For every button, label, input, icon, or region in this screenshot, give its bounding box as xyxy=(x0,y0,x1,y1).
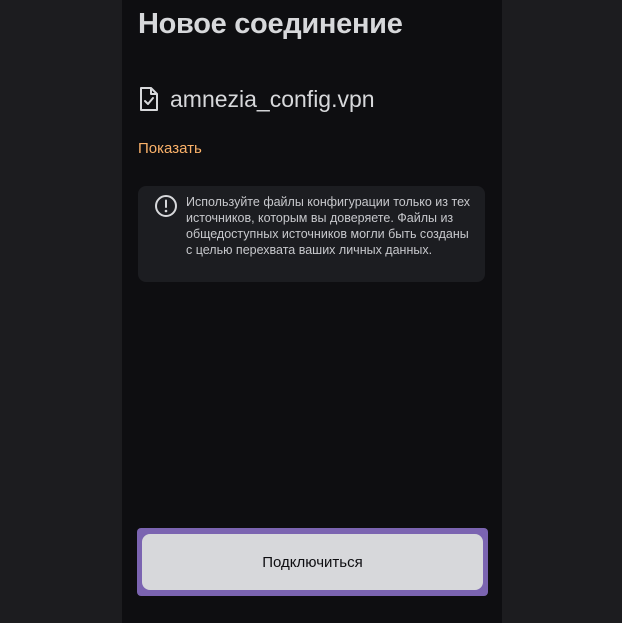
connect-button[interactable]: Подключиться xyxy=(142,534,483,590)
security-warning-text: Используйте файлы конфигурации только из… xyxy=(186,195,470,257)
config-file-name: amnezia_config.vpn xyxy=(170,85,375,112)
exclamation-circle-icon xyxy=(155,195,177,217)
page-title: Новое соединение xyxy=(138,8,403,40)
show-config-link[interactable]: Показать xyxy=(138,140,202,157)
connect-button-focus-ring: Подключиться xyxy=(137,528,488,596)
file-check-icon xyxy=(140,87,158,111)
config-file-row: amnezia_config.vpn xyxy=(138,84,375,114)
security-warning-card: Используйте файлы конфигурации только из… xyxy=(138,186,485,282)
